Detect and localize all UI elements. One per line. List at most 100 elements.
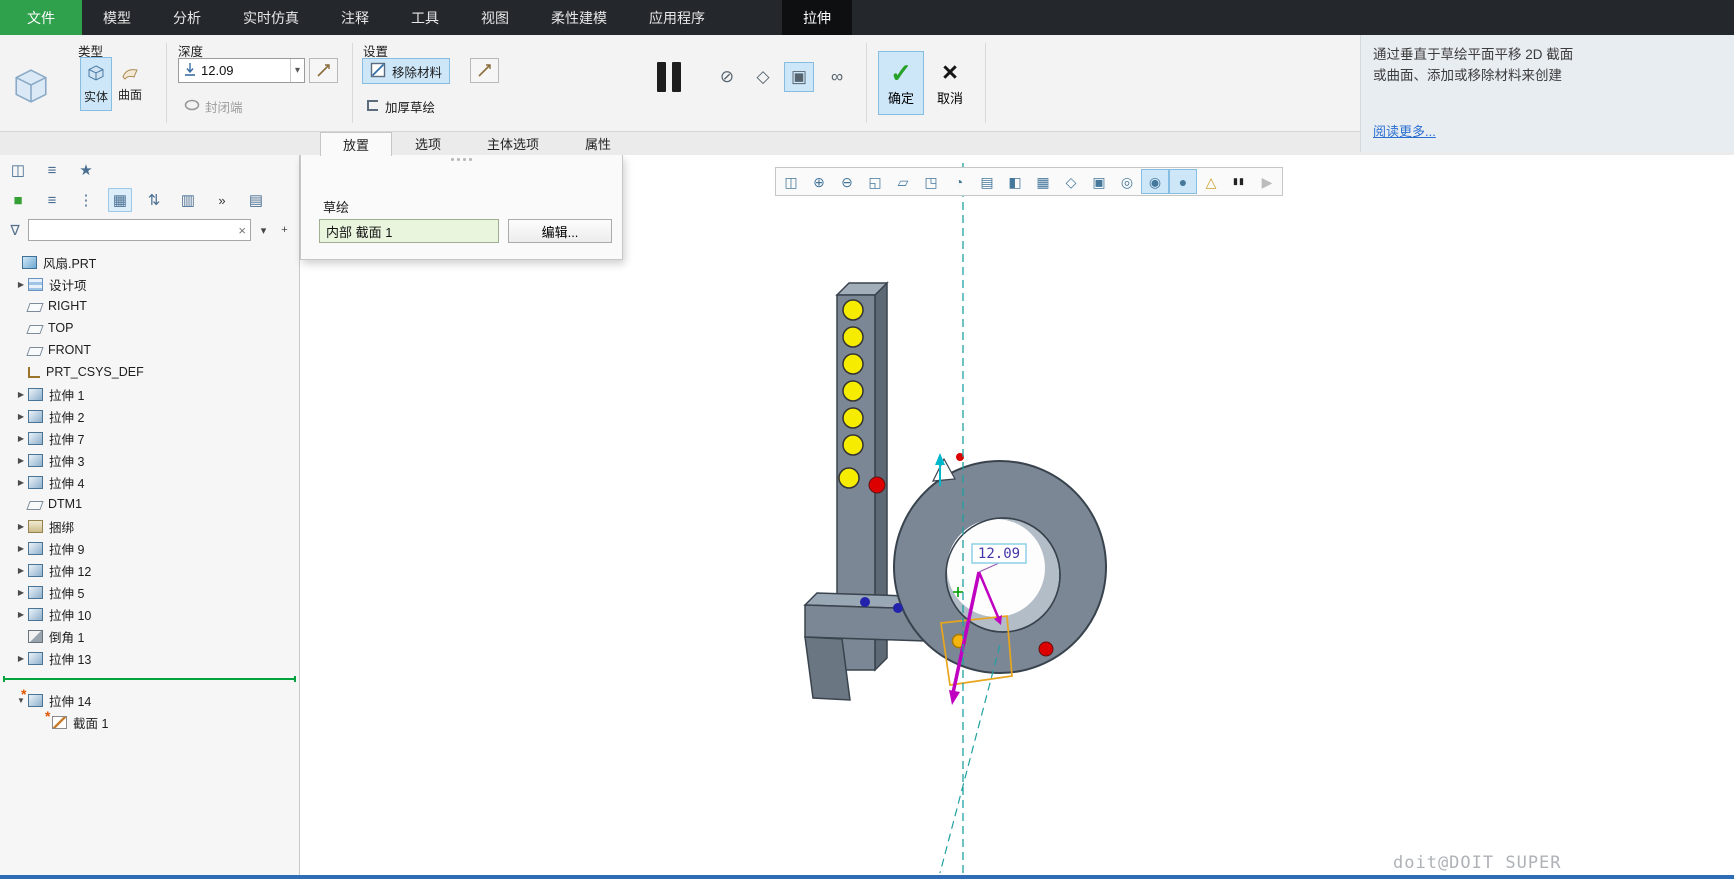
unattached-preview-icon[interactable]: ◇ (748, 62, 778, 92)
zoom-region-icon[interactable]: ◫ (777, 169, 805, 194)
depth-value-combo[interactable]: 12.09 ▾ (178, 58, 305, 83)
tree-item[interactable]: 拉伸 3 (0, 449, 299, 471)
tree-item[interactable]: 倒角 1 (0, 625, 299, 647)
tree-item[interactable]: 设计项 (0, 273, 299, 295)
tree-root-icon[interactable]: ■ (6, 188, 30, 212)
tree-detail-icon[interactable]: ⋮ (74, 188, 98, 212)
ok-button[interactable]: ✓ 确定 (878, 51, 924, 115)
no-preview-icon[interactable]: ⊘ (712, 62, 742, 92)
tree-item[interactable]: PRT_CSYS_DEF (0, 361, 299, 383)
menu-item[interactable]: 实时仿真 (222, 0, 320, 35)
appearance-icon[interactable]: ▤ (973, 169, 1001, 194)
snap-mode-icon[interactable]: ● (1169, 169, 1197, 194)
refit-icon[interactable]: ◱ (861, 169, 889, 194)
edit-sketch-button[interactable]: 编辑... (508, 219, 612, 243)
sketch-collector-field[interactable]: 内部 截面 1 (319, 219, 499, 243)
menu-item[interactable]: 注释 (320, 0, 390, 35)
layer-tree-icon[interactable]: ≡ (40, 158, 64, 182)
depth-value[interactable]: 12.09 (201, 63, 286, 78)
tree-item[interactable]: 风扇.PRT (0, 251, 299, 273)
menu-item[interactable]: 模型 (82, 0, 152, 35)
remove-material-button[interactable]: 移除材料 (362, 58, 450, 84)
menu-item[interactable]: 应用程序 (628, 0, 726, 35)
display-style-icon[interactable]: ◳ (917, 169, 945, 194)
model-tree-toggle-icon[interactable]: ◫ (6, 158, 30, 182)
tree-grid-icon[interactable]: ▦ (108, 188, 132, 212)
warning-icon[interactable]: △ (1197, 169, 1225, 194)
read-more-link[interactable]: 阅读更多... (1373, 122, 1436, 142)
repaint-icon[interactable]: ▱ (889, 169, 917, 194)
tree-item[interactable]: RIGHT (0, 295, 299, 317)
depth-dropdown-caret[interactable]: ▾ (290, 59, 300, 82)
insert-locator-line[interactable] (3, 678, 296, 680)
panel-drag-handle[interactable] (301, 158, 622, 161)
tree-item[interactable]: DTM1 (0, 493, 299, 515)
tree-item[interactable]: 拉伸 9 (0, 537, 299, 559)
tree-item[interactable]: 拉伸 4 (0, 471, 299, 493)
menu-item[interactable]: 分析 (152, 0, 222, 35)
model-viewport[interactable]: ◫ ⊕ ⊖ ◱ ▱ ◳ ◔ ▤ ◧ ▦ ◇ ▣ ◎ ◉ ● △ (300, 155, 1734, 875)
expand-arrow-icon[interactable] (14, 390, 28, 399)
zoom-in-icon[interactable]: ⊕ (805, 169, 833, 194)
tree-item[interactable]: 拉伸 5 (0, 581, 299, 603)
favorites-icon[interactable]: ★ (74, 158, 98, 182)
dashboard-tab[interactable]: 选项 (392, 132, 464, 155)
tree-item[interactable]: 捆绑 (0, 515, 299, 537)
tree-item[interactable]: 拉伸 12 (0, 559, 299, 581)
tree-settings-icon[interactable]: ▤ (244, 188, 268, 212)
expand-arrow-icon[interactable] (14, 478, 28, 487)
search-clear-icon[interactable]: × (238, 223, 246, 238)
tree-item[interactable]: 拉伸 10 (0, 603, 299, 625)
tree-item[interactable]: 截面 1 (0, 711, 299, 733)
search-add-icon[interactable]: + (276, 219, 293, 241)
tree-columns-icon[interactable]: ▥ (176, 188, 200, 212)
pause-feature-button[interactable] (657, 62, 681, 92)
expand-arrow-icon[interactable] (14, 456, 28, 465)
thicken-sketch-checkbox[interactable]: 加厚草绘 (364, 97, 435, 116)
dimension-label[interactable]: 12.09 (972, 544, 1026, 563)
saved-views-icon[interactable]: ▦ (1029, 169, 1057, 194)
tree-list-icon[interactable]: ≡ (40, 188, 64, 212)
menu-item[interactable]: 文件 (0, 0, 82, 35)
resume-icon[interactable]: ▶ (1253, 169, 1281, 194)
expand-arrow-icon[interactable] (14, 412, 28, 421)
tree-item[interactable]: 拉伸 7 (0, 427, 299, 449)
dashboard-tab[interactable]: 属性 (562, 132, 634, 155)
tree-item[interactable]: 拉伸 13 (0, 647, 299, 669)
flip-depth-direction-button[interactable] (309, 58, 338, 83)
view-manager-icon[interactable]: ◧ (1001, 169, 1029, 194)
tree-item[interactable]: TOP (0, 317, 299, 339)
expand-arrow-icon[interactable] (14, 280, 28, 289)
filter-funnel-icon[interactable]: ∇ (6, 222, 24, 239)
menu-item[interactable]: 视图 (460, 0, 530, 35)
tree-item[interactable]: FRONT (0, 339, 299, 361)
tree-search-input[interactable] (33, 223, 238, 237)
expand-arrow-icon[interactable] (14, 522, 28, 531)
expand-arrow-icon[interactable] (14, 588, 28, 597)
cancel-button[interactable]: × 取消 (927, 51, 973, 115)
spin-center-icon[interactable]: ◎ (1113, 169, 1141, 194)
datum-plane-display-icon[interactable]: ◇ (1057, 169, 1085, 194)
surface-type-button[interactable]: 曲面 (114, 57, 146, 111)
expand-arrow-icon[interactable] (14, 434, 28, 443)
expand-arrow-icon[interactable] (14, 610, 28, 619)
expand-arrow-icon[interactable] (14, 544, 28, 553)
pause-icon[interactable]: ▮▮ (1225, 169, 1253, 194)
tree-item[interactable]: 拉伸 2 (0, 405, 299, 427)
tree-sort-icon[interactable]: ⇅ (142, 188, 166, 212)
search-dropdown-icon[interactable]: ▾ (255, 219, 272, 241)
selection-filter-icon[interactable]: ◉ (1141, 169, 1169, 194)
expand-arrow-icon[interactable] (14, 654, 28, 663)
tree-item[interactable]: 拉伸 1 (0, 383, 299, 405)
expand-arrow-icon[interactable] (14, 566, 28, 575)
solid-type-button[interactable]: 实体 (80, 57, 112, 111)
tree-more-icon[interactable]: » (210, 188, 234, 212)
flip-material-side-button[interactable] (470, 58, 499, 83)
zoom-out-icon[interactable]: ⊖ (833, 169, 861, 194)
verify-glasses-icon[interactable]: ∞ (822, 62, 852, 92)
menu-item[interactable]: 拉伸 (782, 0, 852, 35)
dashboard-tab[interactable]: 放置 (320, 132, 392, 156)
datum-axis-display-icon[interactable]: ▣ (1085, 169, 1113, 194)
menu-item[interactable]: 柔性建模 (530, 0, 628, 35)
section-view-icon[interactable]: ◔ (945, 169, 973, 194)
